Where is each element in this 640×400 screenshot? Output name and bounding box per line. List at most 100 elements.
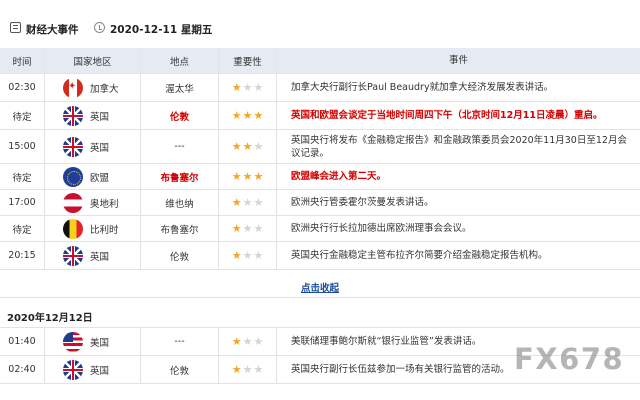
importance-stars: ★ ★ ★ xyxy=(232,250,264,261)
event-country: 奥地利 xyxy=(44,190,140,215)
table-row: 15:00 英国 --- ★ ★ ★ 英国央行将发布《金融稳定报告》和金融政策委员会2020… xyxy=(0,130,640,164)
star-icon: ★ xyxy=(253,140,264,153)
event-time: 20:15 xyxy=(8,250,36,261)
event-description: 欧洲央行行长拉加德出席欧洲理事会会议。 xyxy=(276,216,640,241)
star-icon: ★ xyxy=(242,249,253,262)
event-importance: ★ ★ ★ xyxy=(218,130,276,163)
clock-icon xyxy=(94,22,105,33)
event-location: --- xyxy=(140,130,218,163)
event-description: 英国央行将发布《金融稳定报告》和金融政策委员会2020年11月30日至12月会议… xyxy=(276,130,640,163)
star-icon: ★ xyxy=(242,140,253,153)
event-time: 02:30 xyxy=(8,82,36,93)
star-icon: ★ xyxy=(231,109,242,122)
event-country: 欧盟 xyxy=(44,164,140,189)
event-time: 待定 xyxy=(12,172,32,184)
importance-stars: ★ ★ ★ xyxy=(232,336,264,347)
event-location: 渥太华 xyxy=(140,74,218,101)
star-icon: ★ xyxy=(231,196,242,209)
country-name: 英国 xyxy=(90,142,110,154)
event-time: 待定 xyxy=(12,111,32,123)
flag-icon xyxy=(63,192,83,213)
star-icon: ★ xyxy=(242,363,253,376)
col-country: 国家地区 xyxy=(44,48,140,73)
event-country: 比利时 xyxy=(44,216,140,241)
event-importance: ★ ★ ★ xyxy=(218,328,276,355)
star-icon: ★ xyxy=(242,196,253,209)
col-importance: 重要性 xyxy=(218,48,276,73)
event-country: 英国 xyxy=(44,356,140,383)
event-description: 加拿大央行副行长Paul Beaudry就加拿大经济发展发表讲话。 xyxy=(276,74,640,101)
event-country: 英国 xyxy=(44,130,140,163)
event-importance: ★ ★ ★ xyxy=(218,74,276,101)
event-importance: ★ ★ ★ xyxy=(218,190,276,215)
country-name: 英国 xyxy=(90,251,110,263)
country-name: 加拿大 xyxy=(90,83,119,95)
table-row: 20:15 英国 伦敦 ★ ★ ★ 英国央行金融稳定主管布拉齐尔简要介绍金融稳定报告机构。 xyxy=(0,242,640,270)
star-icon: ★ xyxy=(242,170,253,183)
day-date: 2020年12月12日 xyxy=(7,313,93,324)
day-header: 2020年12月12日 xyxy=(0,300,640,328)
star-icon: ★ xyxy=(242,81,253,94)
event-country: 英国 xyxy=(44,102,140,129)
event-country: 加拿大 xyxy=(44,74,140,101)
star-icon: ★ xyxy=(253,196,264,209)
event-time: 17:00 xyxy=(8,197,36,208)
star-icon: ★ xyxy=(231,222,242,235)
col-time: 时间 xyxy=(12,56,32,68)
event-location: 布鲁塞尔 xyxy=(140,216,218,241)
page-title: 财经大事件 xyxy=(26,24,79,36)
flag-icon xyxy=(63,105,83,126)
star-icon: ★ xyxy=(253,335,264,348)
table-row: 待定 比利时 布鲁塞尔 ★ ★ ★ 欧洲央行行长拉加德出席欧洲理事会会议。 xyxy=(0,216,640,242)
flag-icon xyxy=(63,218,83,239)
star-icon: ★ xyxy=(231,335,242,348)
event-description: 英国和欧盟会谈定于当地时间周四下午（北京时间12月11日凌晨）重启。 xyxy=(276,102,640,129)
event-country: 英国 xyxy=(44,242,140,269)
flag-icon xyxy=(63,136,83,157)
watermark-logo: FX678 xyxy=(514,342,625,376)
event-location: --- xyxy=(140,328,218,355)
country-name: 英国 xyxy=(90,365,110,377)
event-description: 英国央行金融稳定主管布拉齐尔简要介绍金融稳定报告机构。 xyxy=(276,242,640,269)
col-event: 事件 xyxy=(276,48,640,73)
star-icon: ★ xyxy=(253,249,264,262)
table-row: 17:00 奥地利 维也纳 ★ ★ ★ 欧洲央行管委霍尔茨曼发表讲话。 xyxy=(0,190,640,216)
event-importance: ★ ★ ★ xyxy=(218,164,276,189)
collapse-bar: 点击收起 xyxy=(0,276,640,298)
star-icon: ★ xyxy=(253,363,264,376)
event-description: 欧洲央行管委霍尔茨曼发表讲话。 xyxy=(276,190,640,215)
table-header: 时间 国家地区 地点 重要性 事件 xyxy=(0,48,640,74)
star-icon: ★ xyxy=(231,170,242,183)
event-importance: ★ ★ ★ xyxy=(218,356,276,383)
country-name: 英国 xyxy=(90,111,110,123)
event-time: 15:00 xyxy=(8,141,36,152)
current-date: 2020-12-11 星期五 xyxy=(110,24,213,36)
event-description: 欧盟峰会进入第二天。 xyxy=(276,164,640,189)
country-name: 奥地利 xyxy=(90,198,119,210)
event-location: 维也纳 xyxy=(140,190,218,215)
flag-icon xyxy=(63,245,83,266)
star-icon: ★ xyxy=(242,335,253,348)
country-name: 欧盟 xyxy=(90,172,110,184)
collapse-link[interactable]: 点击收起 xyxy=(301,280,339,294)
star-icon: ★ xyxy=(231,363,242,376)
importance-stars: ★ ★ ★ xyxy=(232,141,264,152)
event-location: 布鲁塞尔 xyxy=(140,164,218,189)
event-importance: ★ ★ ★ xyxy=(218,102,276,129)
importance-stars: ★ ★ ★ xyxy=(232,223,264,234)
calendar-header: 财经大事件 2020-12-11 星期五 xyxy=(0,0,640,48)
event-location: 伦敦 xyxy=(140,356,218,383)
event-country: 美国 xyxy=(44,328,140,355)
importance-stars: ★ ★ ★ xyxy=(232,364,264,375)
country-name: 美国 xyxy=(90,337,110,349)
table-row: 02:30 加拿大 渥太华★★★加拿大央行副行长Paul Beaudry就加拿大经济… xyxy=(0,74,640,102)
event-importance: ★ ★ ★ xyxy=(218,216,276,241)
event-time: 02:40 xyxy=(8,364,36,375)
importance-stars: ★ ★ ★ xyxy=(232,171,264,182)
star-icon: ★ xyxy=(253,170,264,183)
event-time: 01:40 xyxy=(8,336,36,347)
flag-icon xyxy=(63,166,83,187)
country-name: 比利时 xyxy=(90,224,119,236)
star-icon: ★ xyxy=(253,109,264,122)
table-row: 待定 英国 伦敦 ★ ★ ★ 英国和欧盟会谈定于当地时间周四下午（北京时间12月11日凌晨）… xyxy=(0,102,640,130)
